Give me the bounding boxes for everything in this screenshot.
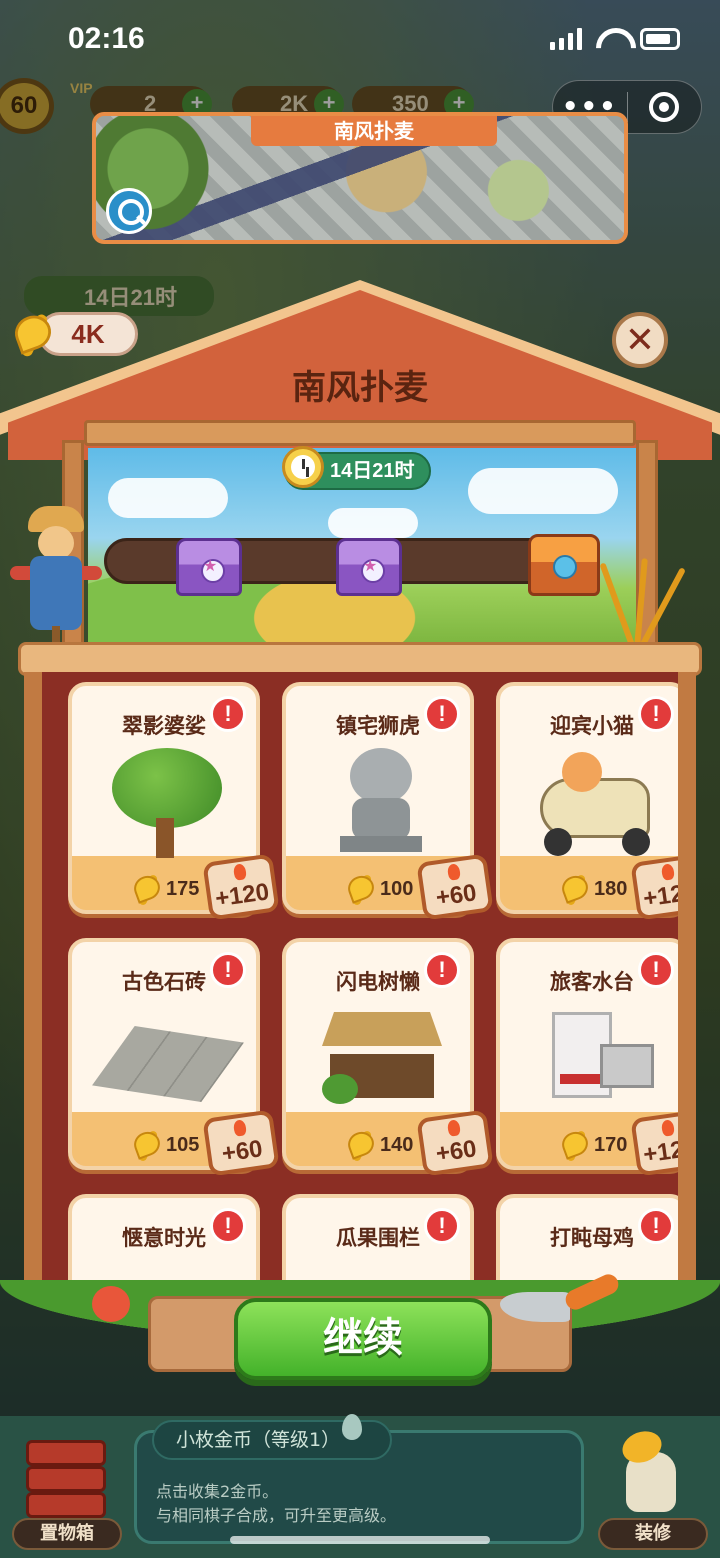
item-price: 170 [560, 1128, 627, 1162]
home-indicator[interactable] [230, 1536, 490, 1544]
trowel-icon [500, 1271, 622, 1322]
status-time: 02:16 [68, 22, 145, 55]
barn-beam [84, 420, 636, 446]
close-icon: ✕ [624, 319, 656, 361]
wheat-icon [560, 872, 590, 906]
preview-title: 南风扑麦 [251, 116, 497, 146]
decorate-button[interactable]: 装修 [598, 1518, 708, 1550]
wheat-icon [346, 1128, 376, 1162]
magnify-icon[interactable] [106, 188, 152, 234]
droplet-icon [342, 1414, 362, 1440]
wheat-decoration [594, 548, 686, 650]
shop-item-card[interactable]: 旅客水台 ! 170 +120 [496, 938, 678, 1177]
item-info-line-2: 与相同棋子合成，可升至更高级。 [156, 1506, 397, 1525]
storage-box-icon[interactable] [26, 1430, 106, 1518]
item-bonus-tag: +120 [202, 853, 280, 921]
continue-button[interactable]: 继续 [234, 1298, 492, 1380]
scarecrow-decoration [10, 506, 102, 656]
carrot-icon [92, 1286, 130, 1322]
item-bonus-tag: +60 [202, 1109, 280, 1177]
shop-item-card[interactable]: 迎宾小猫 ! 180 +120 [496, 682, 678, 921]
alert-icon: ! [210, 952, 246, 988]
shop-item-panel[interactable]: 翠影婆娑 ! 175 +120 镇宅狮虎 ! 100 +60 迎宾小猫 ! 18… [24, 672, 696, 1296]
wheat-icon [132, 872, 162, 906]
status-bar: 02:16 [0, 0, 720, 80]
storage-button[interactable]: 置物箱 [12, 1518, 122, 1550]
wheat-balance: 4K [18, 312, 138, 356]
battery-icon [640, 28, 680, 50]
item-price: 140 [346, 1128, 413, 1162]
target-icon [649, 92, 680, 122]
market-stall-item-icon [322, 1004, 442, 1114]
alarm-clock-icon [282, 446, 324, 488]
item-bonus-tag: +120 [630, 1109, 678, 1177]
alert-icon: ! [424, 696, 460, 732]
reward-chest-2-icon[interactable] [336, 538, 402, 596]
shop-item-card[interactable]: 镇宅狮虎 ! 100 +60 [282, 682, 494, 921]
wifi-icon [596, 28, 626, 50]
close-button[interactable]: ✕ [612, 312, 668, 368]
wheat-icon [346, 872, 376, 906]
wheat-icon [12, 310, 54, 358]
theme-preview-banner[interactable]: 南风扑麦 [92, 112, 628, 244]
water-station-item-icon [536, 1004, 656, 1114]
shop-item-card[interactable]: 翠影婆娑 ! 175 +120 [68, 682, 280, 921]
alert-icon: ! [638, 1208, 674, 1244]
alert-icon: ! [638, 952, 674, 988]
item-price: 100 [346, 872, 413, 906]
alert-icon: ! [210, 696, 246, 732]
reward-chest-final-icon[interactable] [528, 534, 600, 596]
item-bonus-tag: +60 [416, 853, 494, 921]
item-bonus-tag: +60 [416, 1109, 494, 1177]
cellular-signal-icon [550, 28, 582, 50]
barn-counter-ledge [18, 642, 702, 676]
item-info-line-1: 点击收集2金币。 [156, 1482, 279, 1501]
reward-chest-1-icon[interactable] [176, 538, 242, 596]
stone-brick-item-icon [92, 1004, 244, 1114]
shop-title: 南风扑麦 [292, 368, 428, 408]
alert-icon: ! [424, 952, 460, 988]
item-price: 105 [132, 1128, 199, 1162]
item-bonus-tag: +120 [630, 853, 678, 921]
shop-item-card[interactable]: 闪电树懒 ! 140 +60 [282, 938, 494, 1177]
wheat-icon [560, 1128, 590, 1162]
lion-statue-item-icon [322, 748, 442, 858]
exit-miniprogram-button[interactable] [628, 92, 702, 122]
wheat-icon [132, 1128, 162, 1162]
item-price: 180 [560, 872, 627, 906]
alert-icon: ! [424, 1208, 460, 1244]
alert-icon: ! [638, 696, 674, 732]
shop-item-card[interactable]: 古色石砖 ! 105 +60 [68, 938, 280, 1177]
cat-scooter-item-icon [536, 748, 656, 858]
alert-icon: ! [210, 1208, 246, 1244]
tree-item-icon [108, 748, 228, 858]
decorate-icon[interactable] [612, 1426, 688, 1516]
item-price: 175 [132, 872, 199, 906]
